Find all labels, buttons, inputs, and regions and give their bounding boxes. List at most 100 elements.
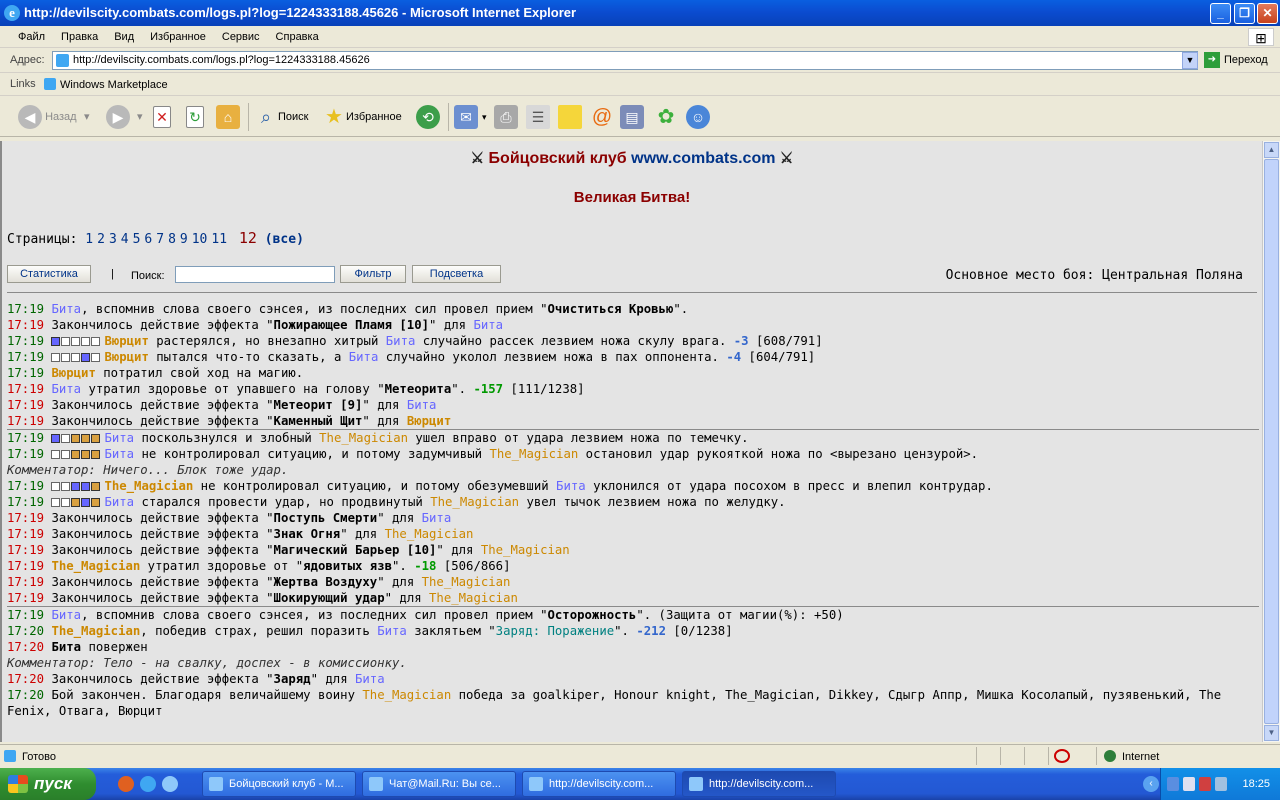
page-link[interactable]: 11 — [211, 232, 227, 247]
player-name[interactable]: Вюрцит — [104, 334, 148, 348]
page-link[interactable]: 4 — [121, 232, 129, 247]
log-line: 17:19 Закончилось действие эффекта "Пожи… — [7, 317, 1259, 333]
print-button[interactable]: ⎙ — [494, 103, 518, 131]
filter-button[interactable]: Фильтр — [340, 265, 406, 283]
taskbar-item[interactable]: Бойцовский клуб - М... — [202, 771, 356, 797]
forward-button[interactable]: ▶ — [106, 103, 130, 131]
player-name[interactable]: The_Magician — [104, 479, 193, 493]
player-name[interactable]: The_Magician — [51, 624, 140, 638]
player-name[interactable]: Бита — [51, 302, 81, 316]
page-link[interactable]: 8 — [168, 232, 176, 247]
home-button[interactable]: ⌂ — [216, 103, 240, 131]
player-name[interactable]: Бита — [349, 350, 379, 364]
page-link[interactable]: 6 — [144, 232, 152, 247]
maximize-button[interactable]: ❐ — [1234, 3, 1255, 24]
player-name[interactable]: The_Magician — [362, 688, 451, 702]
club-link[interactable]: www.combats.com — [631, 150, 775, 167]
all-pages-link[interactable]: (все) — [265, 232, 304, 247]
search-button[interactable]: ⌕ Поиск — [254, 103, 309, 131]
internet-explorer-icon[interactable] — [140, 776, 156, 792]
page-link[interactable]: 9 — [180, 232, 188, 247]
menu-edit[interactable]: Правка — [53, 26, 106, 48]
tray-icon[interactable] — [1215, 777, 1227, 791]
player-name[interactable]: The_Magician — [319, 431, 408, 445]
log-search-input[interactable] — [175, 266, 335, 283]
menu-tools[interactable]: Сервис — [214, 26, 268, 48]
vertical-scrollbar[interactable]: ▲ ▼ — [1262, 141, 1280, 742]
scroll-down-button[interactable]: ▼ — [1264, 725, 1279, 741]
favorites-button[interactable]: ★ Избранное — [322, 103, 402, 131]
page-link[interactable]: 10 — [192, 232, 208, 247]
opera-icon[interactable] — [118, 776, 134, 792]
menu-help[interactable]: Справка — [268, 26, 327, 48]
player-name[interactable]: Бита — [51, 382, 81, 396]
taskbar-item[interactable]: Чат@Mail.Ru: Вы се... — [362, 771, 516, 797]
player-name[interactable]: Бита — [377, 624, 407, 638]
player-name[interactable]: Бита — [51, 640, 81, 654]
popup-blocked-icon[interactable] — [1054, 749, 1070, 763]
player-name[interactable]: Бита — [386, 334, 416, 348]
page-link[interactable]: 2 — [97, 232, 105, 247]
scroll-up-button[interactable]: ▲ — [1264, 142, 1279, 158]
refresh-button[interactable]: ↻ — [186, 103, 204, 131]
menu-view[interactable]: Вид — [106, 26, 142, 48]
show-desktop-icon[interactable] — [162, 776, 178, 792]
player-name[interactable]: Бита — [355, 672, 385, 686]
discuss-button[interactable] — [558, 103, 582, 131]
menu-file[interactable]: Файл — [10, 26, 53, 48]
player-name[interactable]: The_Magician — [385, 527, 474, 541]
player-name[interactable]: Бита — [473, 318, 503, 332]
page-link[interactable]: 3 — [109, 232, 117, 247]
player-name[interactable]: Бита — [104, 431, 134, 445]
icq-button[interactable]: ✿ — [654, 103, 678, 131]
history-button[interactable]: ⟲ — [416, 103, 440, 131]
edit-button[interactable]: ☰ — [526, 103, 550, 131]
player-name[interactable]: Вюрцит — [51, 366, 95, 380]
player-name[interactable]: The_Magician — [481, 543, 570, 557]
statistics-button[interactable]: Статистика — [7, 265, 91, 283]
link-windows-marketplace[interactable]: Windows Marketplace — [44, 78, 168, 91]
tray-icon[interactable] — [1167, 777, 1179, 791]
taskbar-item[interactable]: http://devilscity.com... — [522, 771, 676, 797]
player-name[interactable]: Бита — [51, 608, 81, 622]
player-name[interactable]: Бита — [407, 398, 437, 412]
scroll-thumb[interactable] — [1264, 159, 1279, 724]
player-name[interactable]: The_Magician — [51, 559, 140, 573]
forward-dropdown[interactable]: ▾ — [137, 103, 143, 131]
address-input[interactable]: http://devilscity.combats.com/logs.pl?lo… — [52, 51, 1198, 70]
tray-icon[interactable] — [1199, 777, 1211, 791]
tray-icon[interactable] — [1183, 777, 1195, 791]
player-name[interactable]: The_Magician — [422, 575, 511, 589]
go-button[interactable]: ➜ Переход — [1204, 52, 1268, 68]
player-name[interactable]: Бита — [556, 479, 586, 493]
close-button[interactable]: ✕ — [1257, 3, 1278, 24]
page-link[interactable]: 1 — [85, 232, 93, 247]
mail-dropdown[interactable]: ▾ — [482, 103, 487, 131]
taskbar-item-active[interactable]: http://devilscity.com... — [682, 771, 836, 797]
minimize-button[interactable]: _ — [1210, 3, 1231, 24]
mail-button[interactable]: ✉ — [454, 103, 478, 131]
player-name[interactable]: Вюрцит — [407, 414, 451, 428]
page-link[interactable]: 7 — [156, 232, 164, 247]
tray-expand-icon[interactable]: ‹ — [1143, 776, 1159, 792]
player-name[interactable]: The_Magician — [429, 591, 518, 605]
highlight-button[interactable]: Подсветка — [412, 265, 501, 283]
status-text: Готово — [4, 750, 56, 763]
player-name[interactable]: Бита — [104, 447, 134, 461]
menu-favorites[interactable]: Избранное — [142, 26, 214, 48]
research-button[interactable]: ▤ — [620, 103, 644, 131]
log-text: " для — [362, 398, 407, 412]
player-name[interactable]: Вюрцит — [104, 350, 148, 364]
start-button[interactable]: пуск — [0, 768, 96, 800]
back-button[interactable]: ◀ Назад — [18, 103, 77, 131]
player-name[interactable]: The_Magician — [489, 447, 578, 461]
page-link[interactable]: 5 — [133, 232, 141, 247]
contacts-button[interactable]: ☺ — [686, 103, 710, 131]
player-name[interactable]: Бита — [104, 495, 134, 509]
messenger-button[interactable]: @ — [590, 103, 614, 131]
player-name[interactable]: Бита — [422, 511, 452, 525]
back-dropdown[interactable]: ▾ — [84, 103, 90, 131]
player-name[interactable]: The_Magician — [430, 495, 519, 509]
stop-button[interactable]: ✕ — [153, 103, 171, 131]
address-dropdown-button[interactable]: ▼ — [1182, 52, 1198, 69]
